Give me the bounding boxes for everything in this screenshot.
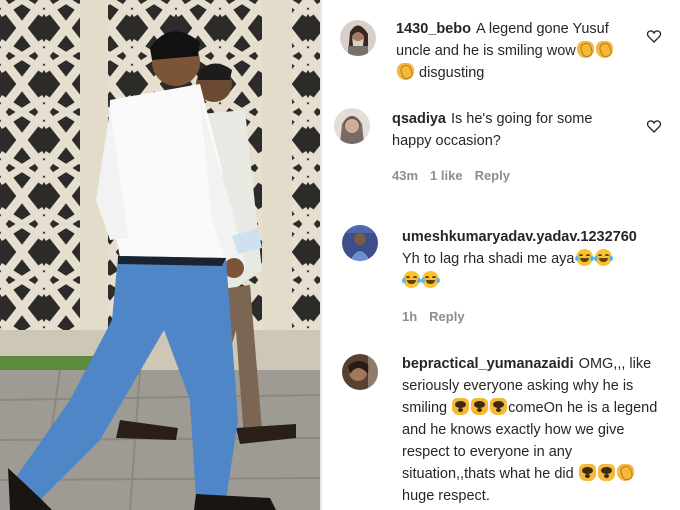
heart-outline-icon[interactable]: [646, 118, 662, 134]
comment-text: qsadiya Is he's going for some happy occa…: [392, 108, 632, 152]
clapping-hands-emoji: [576, 41, 594, 58]
tears-of-joy-emoji: [574, 249, 594, 266]
avatar-image: [340, 20, 376, 56]
comment-text: bepractical_yumanazaidi OMG,,, like serio…: [402, 353, 662, 507]
avatar[interactable]: [342, 354, 378, 390]
comment-body-part: disgusting: [415, 65, 485, 81]
comment-username[interactable]: 1430_bebo: [396, 21, 471, 37]
clapping-hands-emoji: [616, 464, 634, 481]
comment-time: 1h: [402, 309, 418, 324]
avatar[interactable]: [342, 225, 378, 261]
comment-username[interactable]: bepractical_yumanazaidi: [402, 356, 574, 372]
post-photo: [0, 0, 320, 510]
reply-button[interactable]: Reply: [475, 168, 510, 183]
reply-button[interactable]: Reply: [429, 309, 464, 324]
avatar-image: [342, 354, 378, 390]
avatar[interactable]: [334, 108, 370, 144]
heart-outline-icon[interactable]: [646, 28, 662, 44]
comment-meta: 1h Reply: [402, 309, 477, 324]
comment-username[interactable]: umeshkumaryadav.yadav.1232760: [402, 229, 637, 245]
comment-body: Yh to lag rha shadi me aya: [402, 251, 575, 267]
tears-of-joy-emoji: [421, 271, 440, 288]
avatar-image: [334, 108, 370, 144]
avatar-image: [342, 225, 378, 261]
comments-panel[interactable]: 1430_bebo A legend gone Yusuf uncle and h…: [322, 0, 680, 510]
comment-text: umeshkumaryadav.yadav.1232760 Yh to lag …: [402, 226, 680, 292]
comment-body-part: huge respect.: [402, 488, 490, 504]
raised-hands-emoji: [578, 464, 596, 481]
raised-hands-emoji: [471, 398, 489, 415]
tears-of-joy-emoji: [593, 249, 613, 266]
clapping-hands-emoji: [397, 63, 414, 80]
comment-username[interactable]: qsadiya: [392, 111, 446, 127]
comment-likes[interactable]: 1 like: [430, 168, 463, 183]
photo-scene: [0, 0, 320, 510]
avatar[interactable]: [340, 20, 376, 56]
raised-hands-emoji: [490, 398, 508, 415]
comment-meta: 43m 1 like Reply: [392, 168, 522, 183]
clapping-hands-emoji: [595, 41, 613, 58]
tears-of-joy-emoji: [402, 271, 421, 288]
raised-hands-emoji: [452, 398, 470, 415]
comment-time: 43m: [392, 168, 419, 183]
comment-text: 1430_bebo A legend gone Yusuf uncle and h…: [396, 18, 646, 84]
raised-hands-emoji: [597, 464, 615, 481]
